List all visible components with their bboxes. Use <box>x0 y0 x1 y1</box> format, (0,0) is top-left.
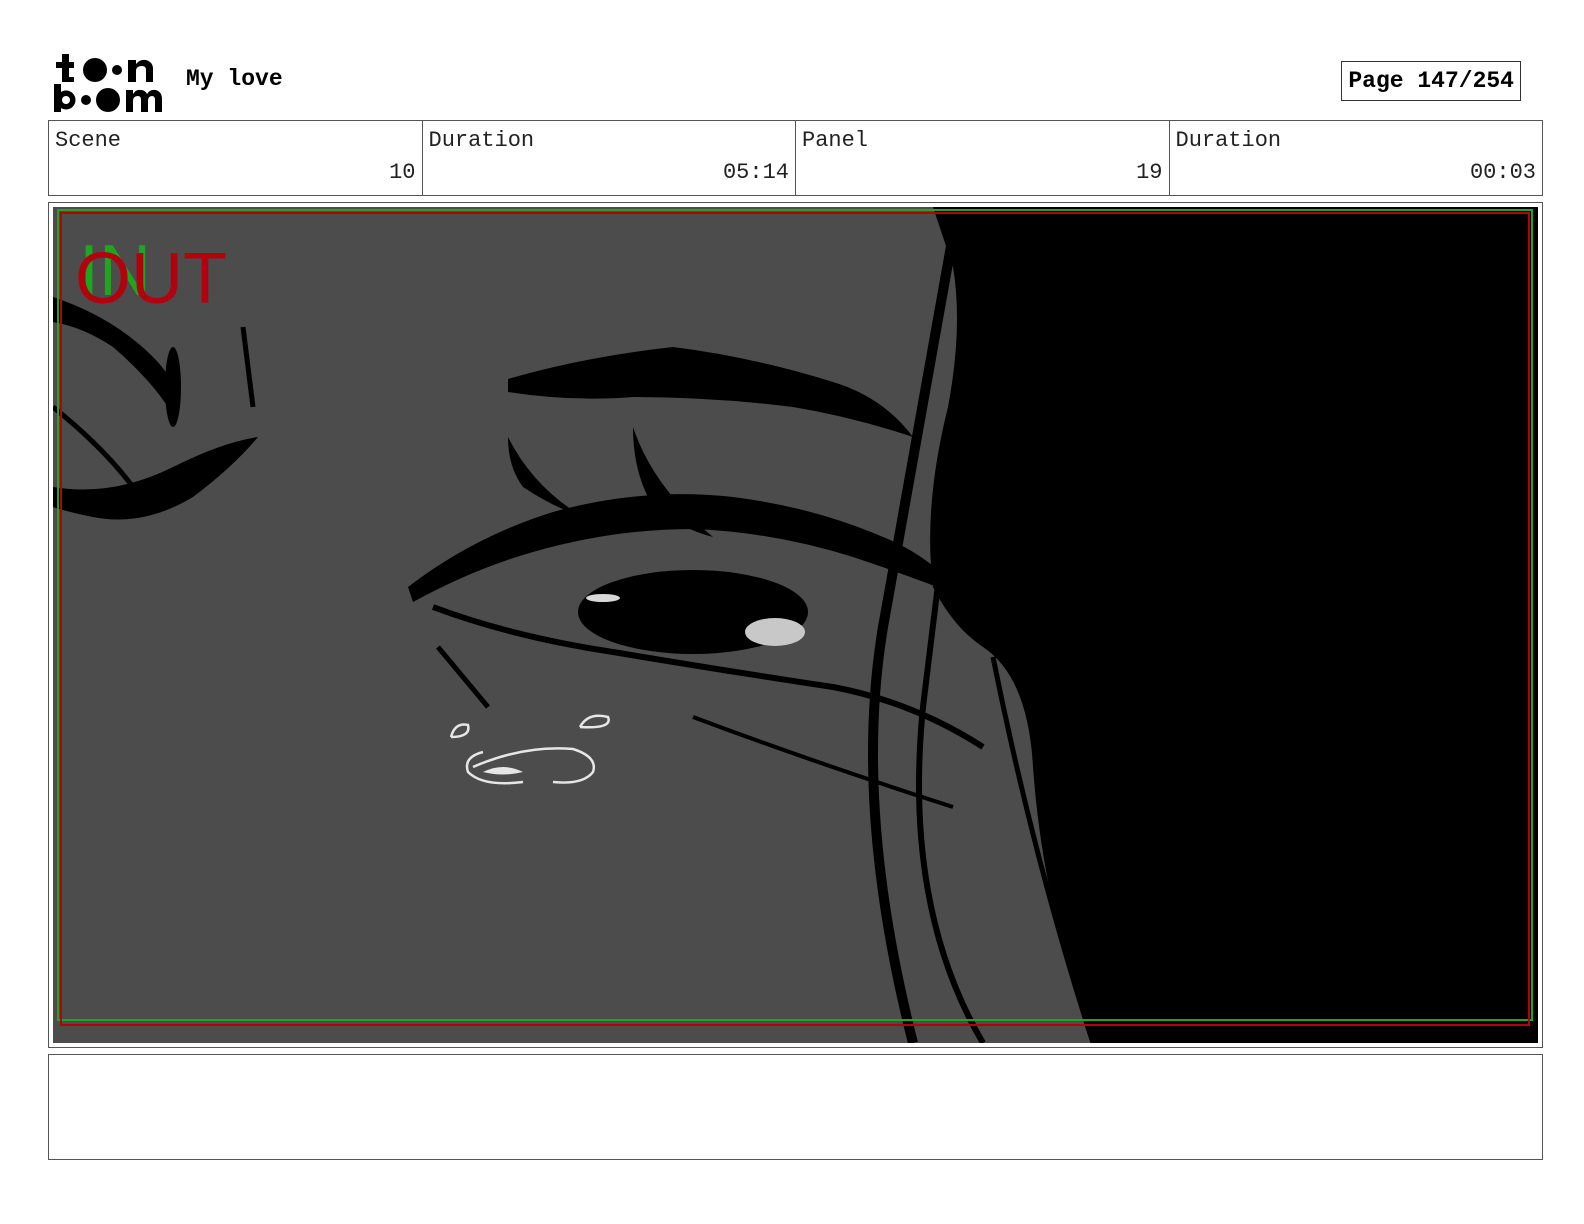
lower-eyelid-2 <box>692 715 954 809</box>
panel-drawing <box>53 207 1538 1043</box>
panel-duration-cell: Duration 00:03 <box>1170 121 1543 195</box>
eyebrow <box>508 347 913 437</box>
scene-duration-label: Duration <box>428 128 535 153</box>
tear-inner <box>483 767 523 775</box>
highlight-large <box>745 618 805 646</box>
panel-value: 19 <box>1136 160 1163 185</box>
left-vertical-stroke <box>240 326 256 408</box>
panel-info-row: Scene 10 Duration 05:14 Panel 19 Duratio… <box>48 120 1543 196</box>
document-title: My love <box>186 66 283 92</box>
toonboom-logo <box>50 50 170 114</box>
left-eye-dot <box>165 347 181 427</box>
panel-duration-value: 00:03 <box>1469 160 1536 185</box>
tear-outline-2 <box>465 750 524 785</box>
panel-notes-box[interactable] <box>48 1054 1543 1160</box>
hair-shadow <box>930 207 1538 1043</box>
tear-drop-2 <box>578 714 610 729</box>
panel-cell: Panel 19 <box>796 121 1170 195</box>
tear-outline-1 <box>472 747 596 784</box>
left-stroke <box>53 405 135 489</box>
out-marker: OUT <box>75 239 227 319</box>
scene-duration-value: 05:14 <box>722 160 789 185</box>
page-number: Page 147/254 <box>1341 61 1521 101</box>
left-lash-fragment <box>53 437 258 520</box>
scene-duration-cell: Duration 05:14 <box>423 121 796 195</box>
scene-value: 10 <box>389 160 416 185</box>
highlight-small <box>586 594 620 602</box>
lash-1 <box>508 437 583 517</box>
scene-label: Scene <box>55 128 122 153</box>
scene-cell: Scene 10 <box>49 121 423 195</box>
tear-drop-1 <box>449 723 470 739</box>
panel-label: Panel <box>802 128 869 153</box>
storyboard-panel-image[interactable]: IN OUT <box>53 207 1538 1043</box>
eye-corner-stroke <box>436 645 490 709</box>
hair-strand-1 <box>868 207 963 1043</box>
logo-glyphs <box>54 54 162 112</box>
panel-duration-label: Duration <box>1175 128 1282 153</box>
